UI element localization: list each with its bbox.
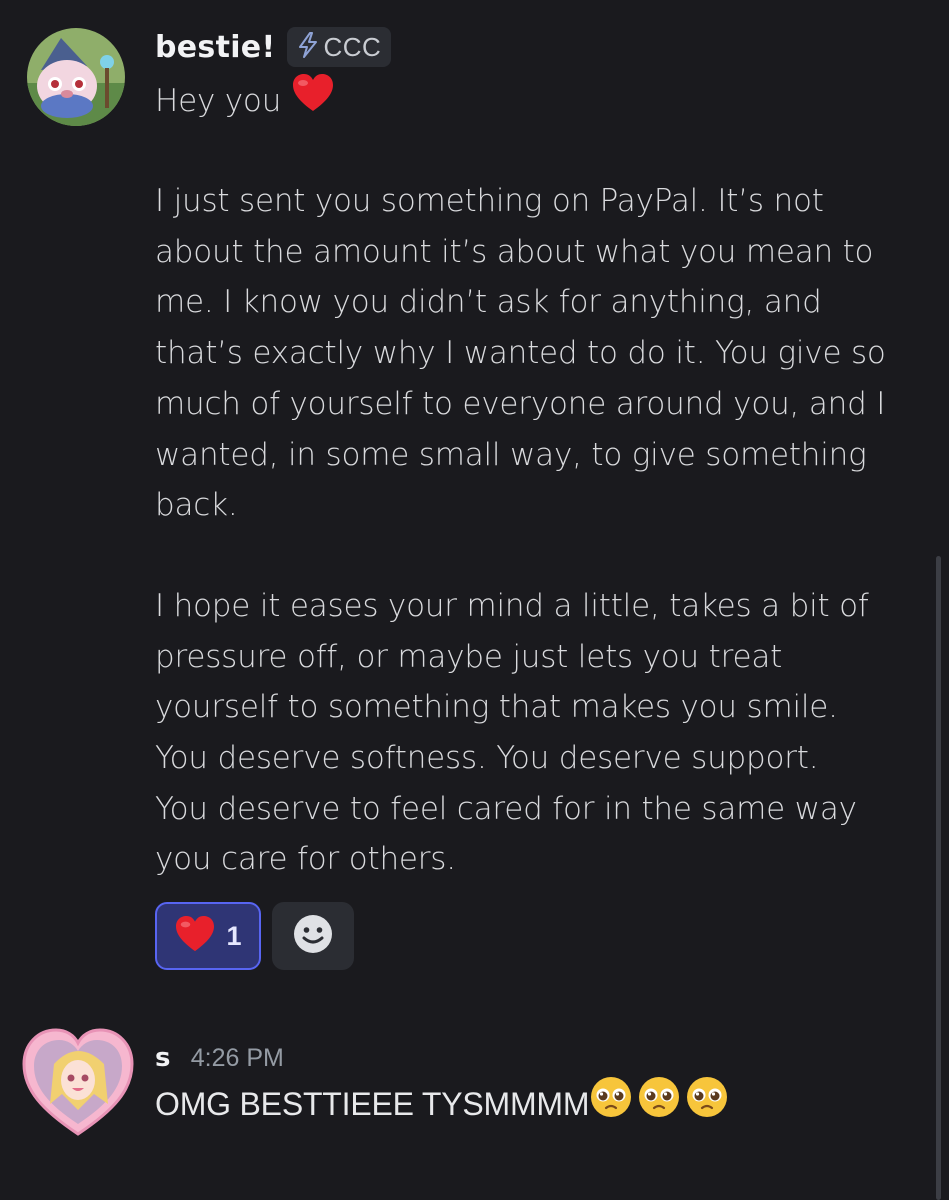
- message-content: Hey you I just sent you something on Pay…: [155, 73, 930, 885]
- server-tag[interactable]: CCC: [287, 27, 392, 67]
- username-s[interactable]: s: [155, 1043, 171, 1073]
- reaction-count: 1: [226, 920, 242, 951]
- server-tag-label: CCC: [323, 31, 382, 62]
- greeting-text: Hey you: [155, 82, 282, 119]
- scrollbar[interactable]: [936, 556, 941, 1200]
- reactions-bar: 1: [155, 902, 354, 970]
- message-content-s: OMG BESTTIEEE TYSMMMM: [155, 1074, 930, 1134]
- heart-reaction-button[interactable]: 1: [155, 902, 261, 970]
- message-header: bestie! CCC: [155, 26, 392, 68]
- message-text-s: OMG BESTTIEEE TYSMMMM: [155, 1086, 590, 1122]
- avatar-s[interactable]: [20, 1024, 136, 1140]
- message-header-s: s 4:26 PM: [155, 1038, 284, 1078]
- heart-frame-avatar-image: [22, 1028, 134, 1136]
- red-heart-emoji-icon: [291, 73, 335, 129]
- username[interactable]: bestie!: [155, 30, 275, 65]
- wizard-avatar-image: [27, 28, 125, 126]
- message-paragraph-2: I hope it eases your mind a little, take…: [155, 587, 869, 878]
- timestamp: 4:26 PM: [190, 1043, 284, 1072]
- smiley-add-reaction-icon: [292, 913, 334, 959]
- avatar-bestie[interactable]: [27, 28, 125, 126]
- pleading-face-emoji-icon: [589, 1074, 733, 1134]
- heart-reaction-icon: [174, 915, 216, 957]
- add-reaction-button[interactable]: [272, 902, 354, 970]
- message-paragraph-1: I just sent you something on PayPal. It’…: [155, 183, 886, 524]
- lightning-icon: [297, 32, 319, 62]
